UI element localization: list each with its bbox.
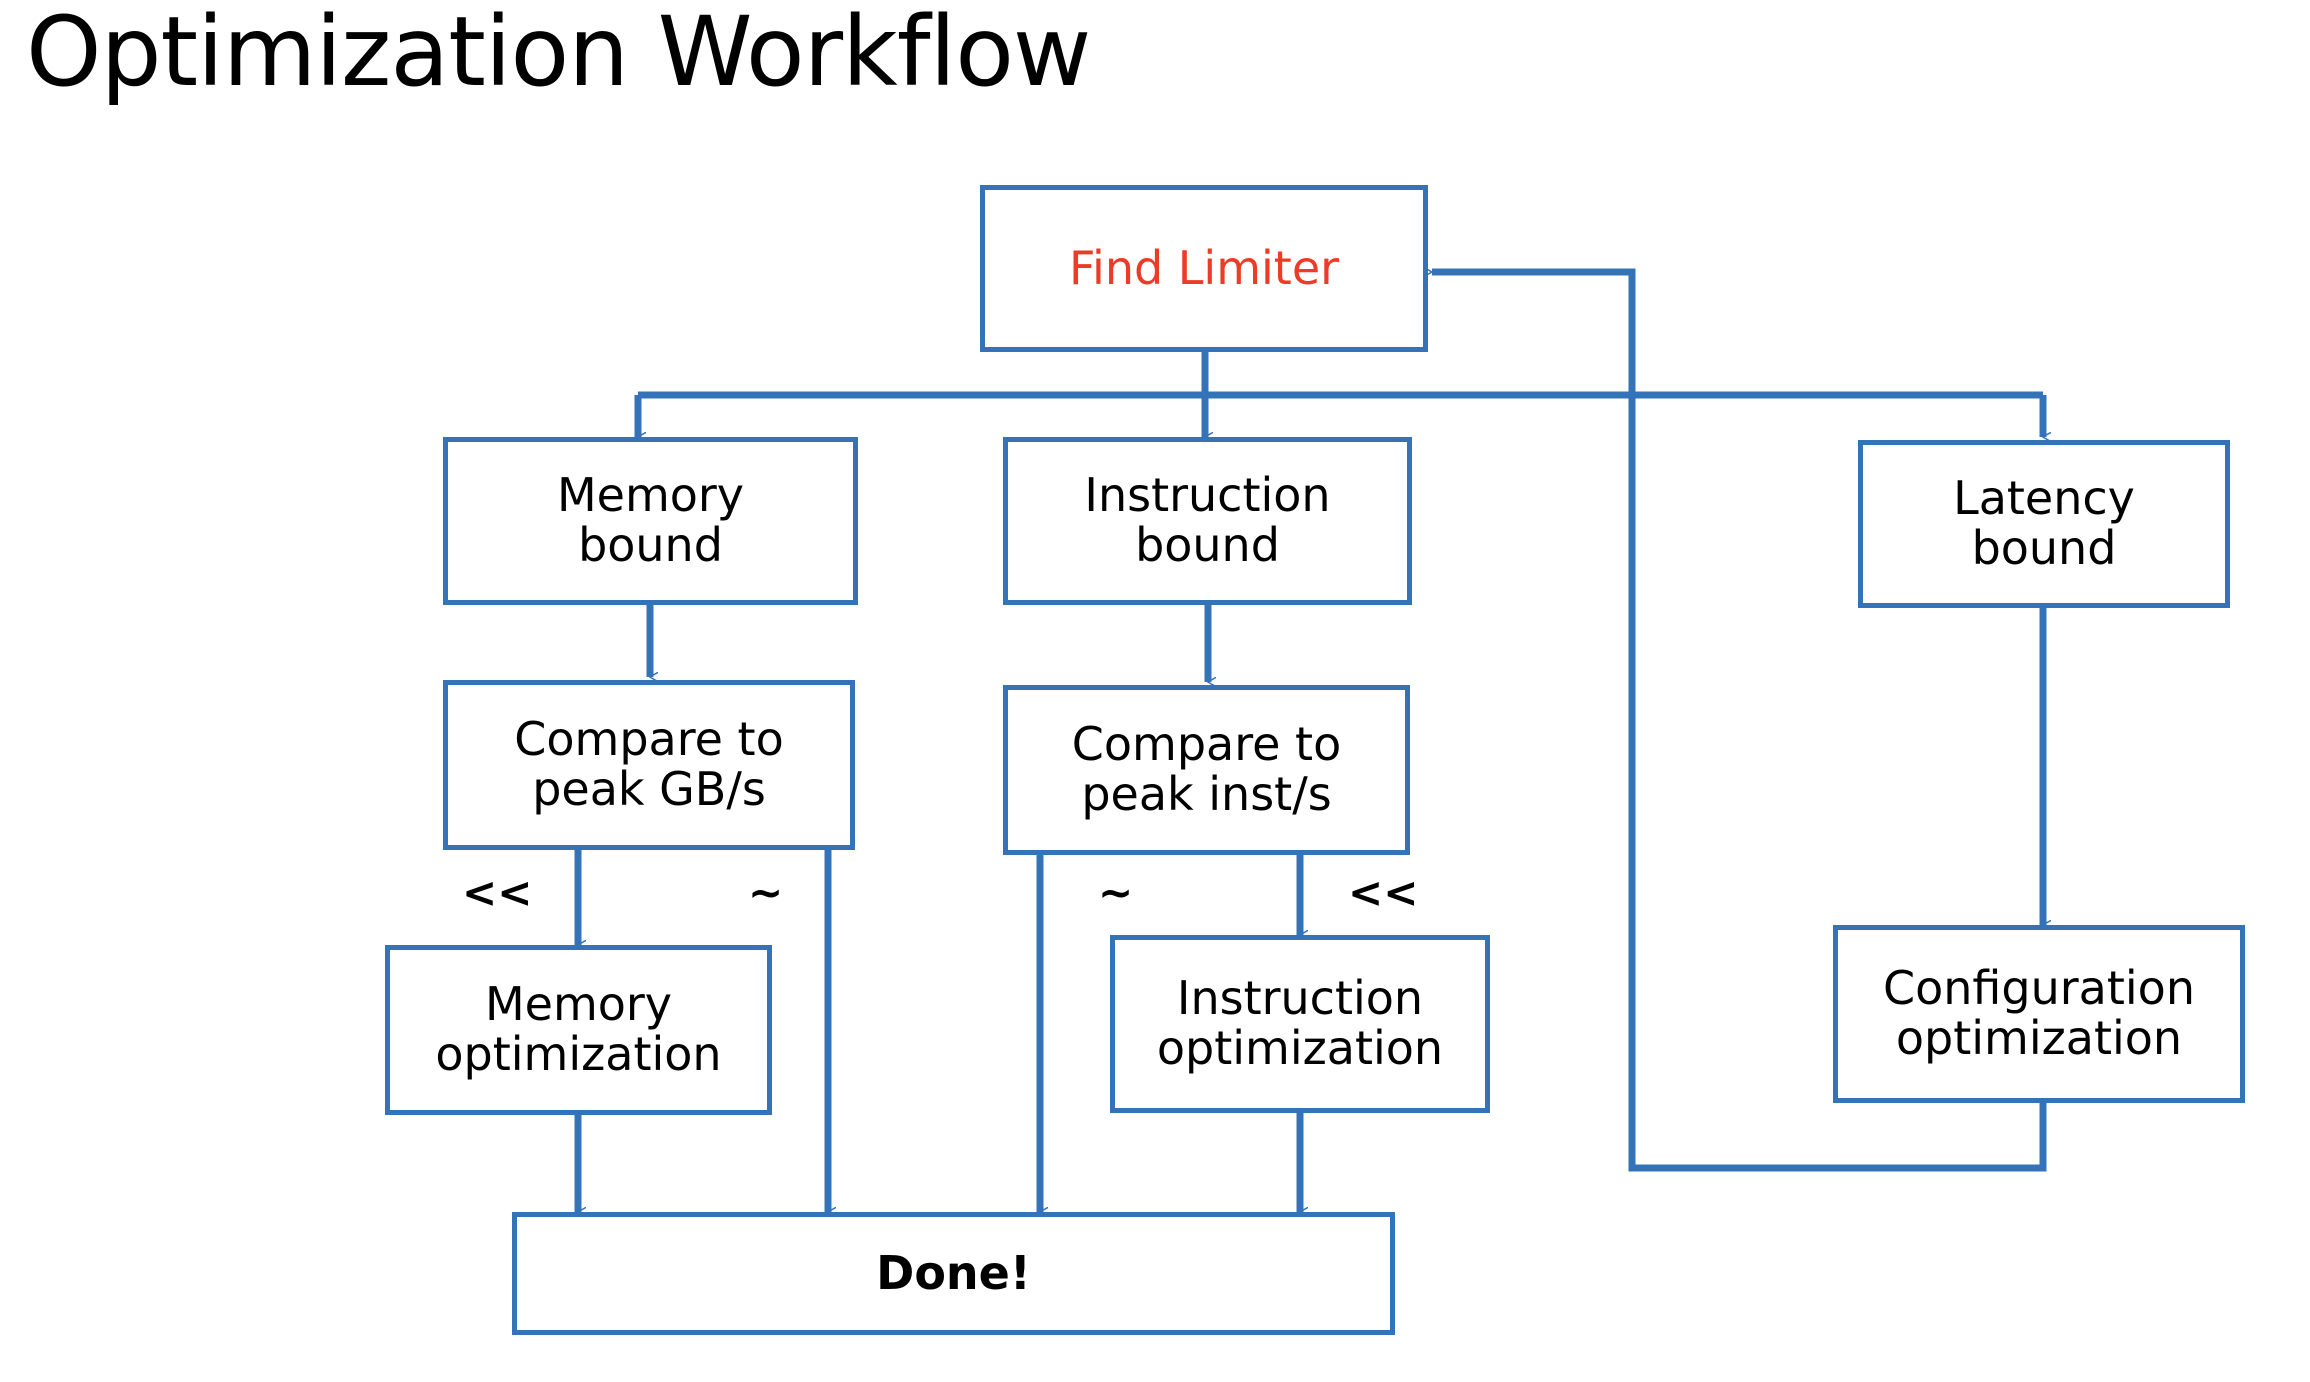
node-memory-optimization[interactable]: Memory optimization [385, 945, 772, 1115]
diagram-canvas: Optimization Workflow Find Limiter Memor… [0, 0, 2310, 1382]
edge-label-memory-approx: ~ [748, 868, 784, 917]
edge-label-instruction-approx: ~ [1098, 868, 1134, 917]
node-done[interactable]: Done! [512, 1212, 1395, 1335]
node-memory-bound[interactable]: Memory bound [443, 437, 858, 605]
node-instruction-optimization[interactable]: Instruction optimization [1110, 935, 1490, 1113]
node-configuration-optimization[interactable]: Configuration optimization [1833, 925, 2245, 1103]
node-latency-bound[interactable]: Latency bound [1858, 440, 2230, 608]
node-find-limiter[interactable]: Find Limiter [980, 185, 1428, 352]
edge-label-memory-much-less: << [462, 868, 533, 917]
edge-label-instruction-much-less: << [1348, 868, 1419, 917]
node-compare-peak-insts[interactable]: Compare to peak inst/s [1003, 685, 1410, 855]
node-instruction-bound[interactable]: Instruction bound [1003, 437, 1412, 605]
node-compare-peak-gbs[interactable]: Compare to peak GB/s [443, 680, 855, 850]
